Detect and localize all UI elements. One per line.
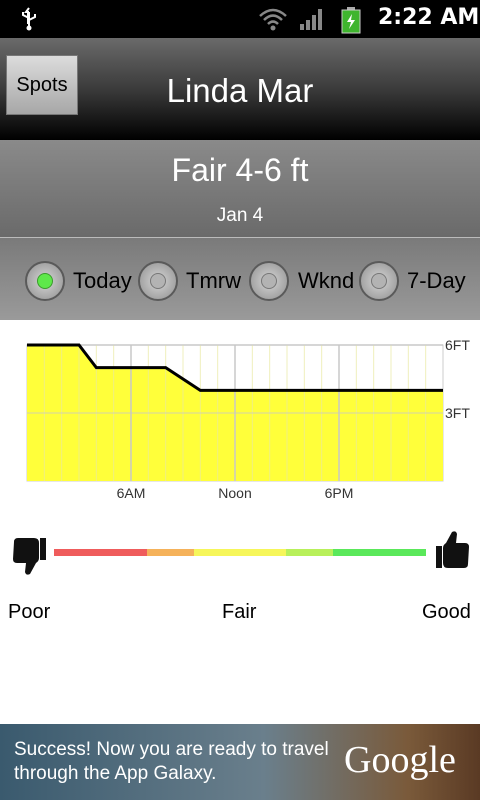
wifi-icon: [259, 8, 287, 31]
usb-icon: [22, 7, 36, 31]
battery-icon: [341, 7, 361, 34]
rating-seg-1: [54, 549, 147, 556]
status-time: 2:22 AM: [378, 5, 480, 30]
rating-seg-5: [333, 549, 426, 556]
tab-today-label[interactable]: Today: [73, 268, 132, 294]
y-tick-label: 6FT: [445, 337, 470, 353]
rating-seg-4: [286, 549, 333, 556]
radio-dot-selected: [37, 273, 53, 289]
radio-today[interactable]: [25, 261, 65, 301]
rating-poor-label: Poor: [8, 601, 51, 623]
x-tick-label: 6AM: [117, 485, 146, 501]
signal-icon: [300, 9, 322, 30]
x-tick-label: Noon: [218, 485, 251, 501]
radio-dot: [261, 273, 277, 289]
rating-fair-label: Fair: [222, 601, 257, 623]
tab-7day-label[interactable]: 7-Day: [407, 268, 466, 294]
rating-good-label: Good: [422, 601, 471, 623]
radio-tomorrow[interactable]: [138, 261, 178, 301]
radio-dot: [371, 273, 387, 289]
radio-dot: [150, 273, 166, 289]
rating-seg-3: [194, 549, 286, 556]
status-bar: 2:22 AM: [0, 0, 480, 38]
thumbs-down-icon: [13, 538, 46, 575]
rating-seg-2: [147, 549, 194, 556]
radio-weekend[interactable]: [249, 261, 289, 301]
ad-text[interactable]: Success! Now you are ready to travel thr…: [14, 738, 344, 786]
spots-button[interactable]: Spots: [6, 55, 78, 115]
tab-tomorrow-label[interactable]: Tmrw: [186, 268, 241, 294]
rating-scale: [54, 549, 426, 556]
thumbs-up-icon: [436, 531, 469, 568]
y-tick-label: 3FT: [445, 405, 470, 421]
surf-height-chart: 6AM Noon 6PM 6FT 3FT: [26, 337, 470, 501]
forecast-summary: Fair 4-6 ft: [171, 152, 309, 188]
tab-weekend-label[interactable]: Wknd: [298, 268, 354, 294]
x-tick-label: 6PM: [325, 485, 354, 501]
radio-7day[interactable]: [359, 261, 399, 301]
page-title: Linda Mar: [166, 72, 314, 109]
forecast-date: Jan 4: [216, 205, 264, 226]
ad-logo[interactable]: Google: [344, 738, 456, 782]
